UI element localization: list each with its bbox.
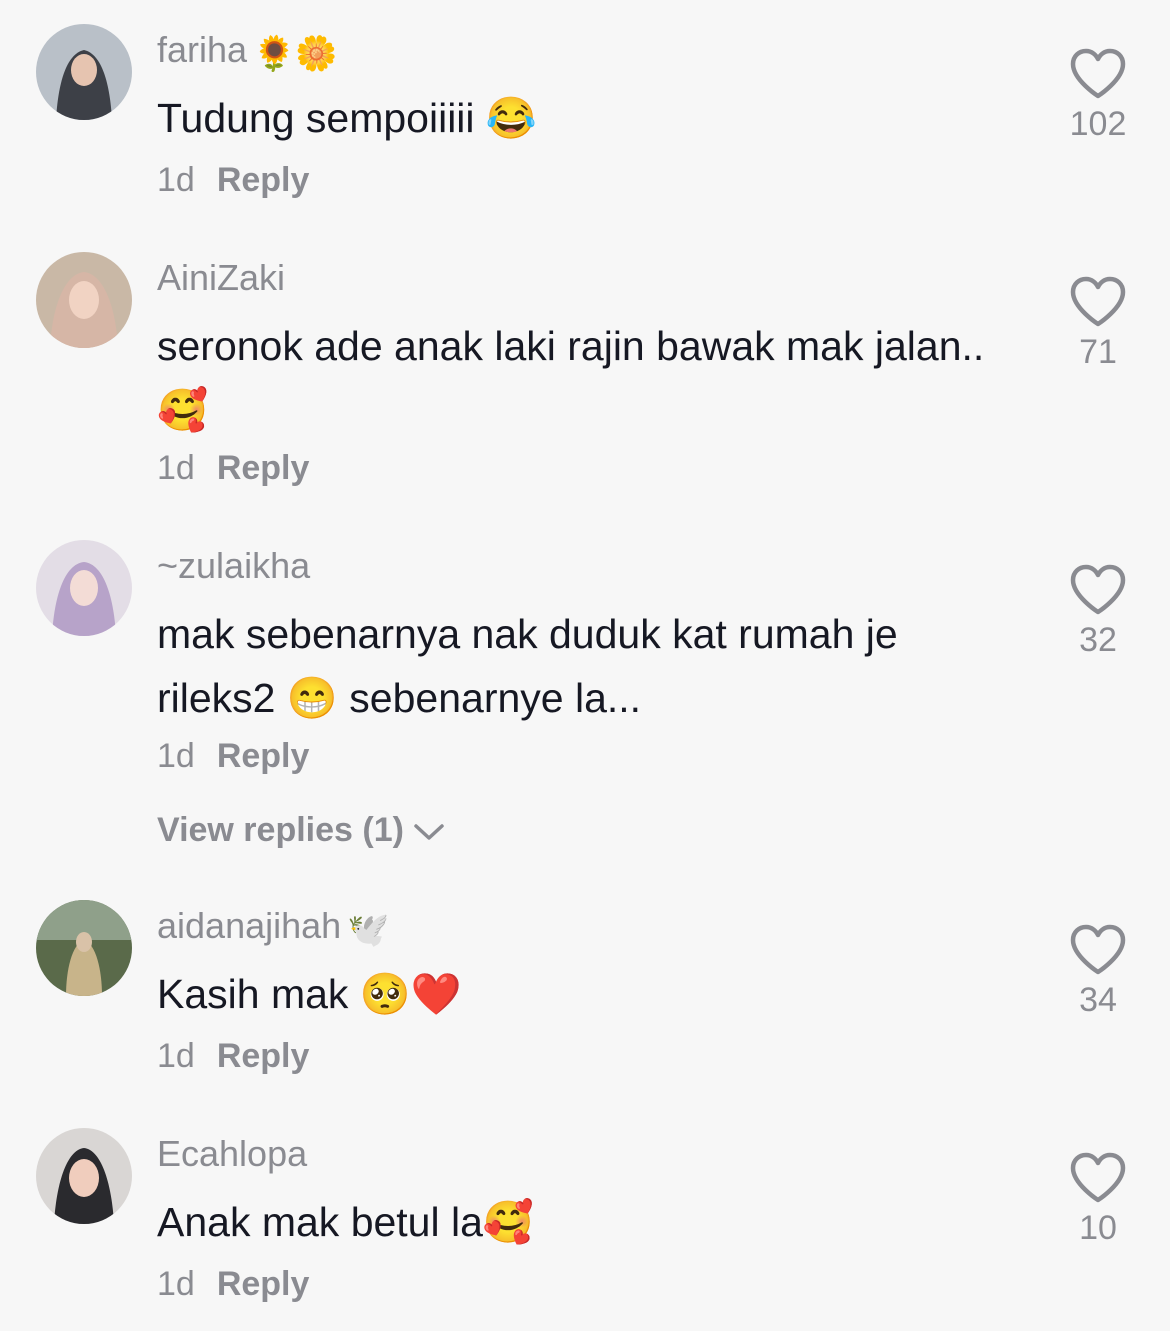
avatar[interactable] [36,24,132,120]
timestamp: 1d [157,737,195,775]
username-text: AiniZaki [157,257,286,298]
comment-text: Anak mak betul la🥰 [157,1199,534,1245]
avatar-image [36,540,132,636]
like-count: 32 [1079,621,1117,659]
avatar[interactable] [36,540,132,636]
username-text: aidanajihah [157,905,342,946]
like-button[interactable]: 34 [1058,924,1138,1020]
timestamp: 1d [157,1265,195,1303]
like-button[interactable]: 32 [1058,564,1138,660]
comment-text: seronok ade anak laki rajin bawak mak ja… [157,323,985,433]
view-replies-label: View replies (1) [157,811,404,849]
avatar-image [36,252,132,348]
username-text: Ecahlopa [157,1133,308,1174]
heart-outline-icon [1070,276,1126,327]
username-text: fariha [157,29,248,70]
timestamp: 1d [157,449,195,487]
reply-button[interactable]: Reply [217,737,310,775]
comment-meta: 1d Reply [157,1262,309,1306]
like-count: 34 [1079,981,1117,1019]
chevron-down-icon [414,824,444,840]
like-count: 71 [1079,333,1117,371]
avatar-image [36,1128,132,1224]
username[interactable]: fariha 🌻🌼 [157,28,338,76]
avatar[interactable] [36,252,132,348]
comment-text: Tudung sempoiiiii 😂 [157,95,537,141]
avatar-image [36,900,132,996]
comment-text: mak sebenarnya nak duduk kat rumah je ri… [157,611,898,721]
like-count: 10 [1079,1209,1117,1247]
reply-button[interactable]: Reply [217,449,310,487]
reply-button[interactable]: Reply [217,1265,310,1303]
heart-outline-icon [1070,564,1126,615]
heart-outline-icon [1070,924,1126,975]
comment-meta: 1d Reply [157,1034,309,1078]
username[interactable]: aidanajihah 🕊️ [157,904,390,952]
comment-meta: 1d Reply [157,734,309,778]
avatar[interactable] [36,900,132,996]
username[interactable]: Ecahlopa [157,1132,307,1176]
comment-meta: 1d Reply [157,158,309,202]
timestamp: 1d [157,161,195,199]
comment-meta: 1d Reply [157,446,309,490]
comment-text: Kasih mak 🥺❤️ [157,971,462,1017]
avatar-image [36,24,132,120]
reply-button[interactable]: Reply [217,1037,310,1075]
view-replies-button[interactable]: View replies (1) [157,808,446,852]
avatar[interactable] [36,1128,132,1224]
heart-outline-icon [1070,48,1126,99]
like-button[interactable]: 71 [1058,276,1138,372]
timestamp: 1d [157,1037,195,1075]
username-emoji: 🌻🌼 [253,35,338,73]
heart-outline-icon [1070,1152,1126,1203]
like-button[interactable]: 102 [1058,48,1138,144]
username[interactable]: AiniZaki [157,256,285,300]
username-emoji: 🕊️ [347,911,390,949]
reply-button[interactable]: Reply [217,161,310,199]
like-count: 102 [1069,105,1127,143]
username-text: ~zulaikha [157,545,311,586]
like-button[interactable]: 10 [1058,1152,1138,1248]
username[interactable]: ~zulaikha [157,544,310,588]
